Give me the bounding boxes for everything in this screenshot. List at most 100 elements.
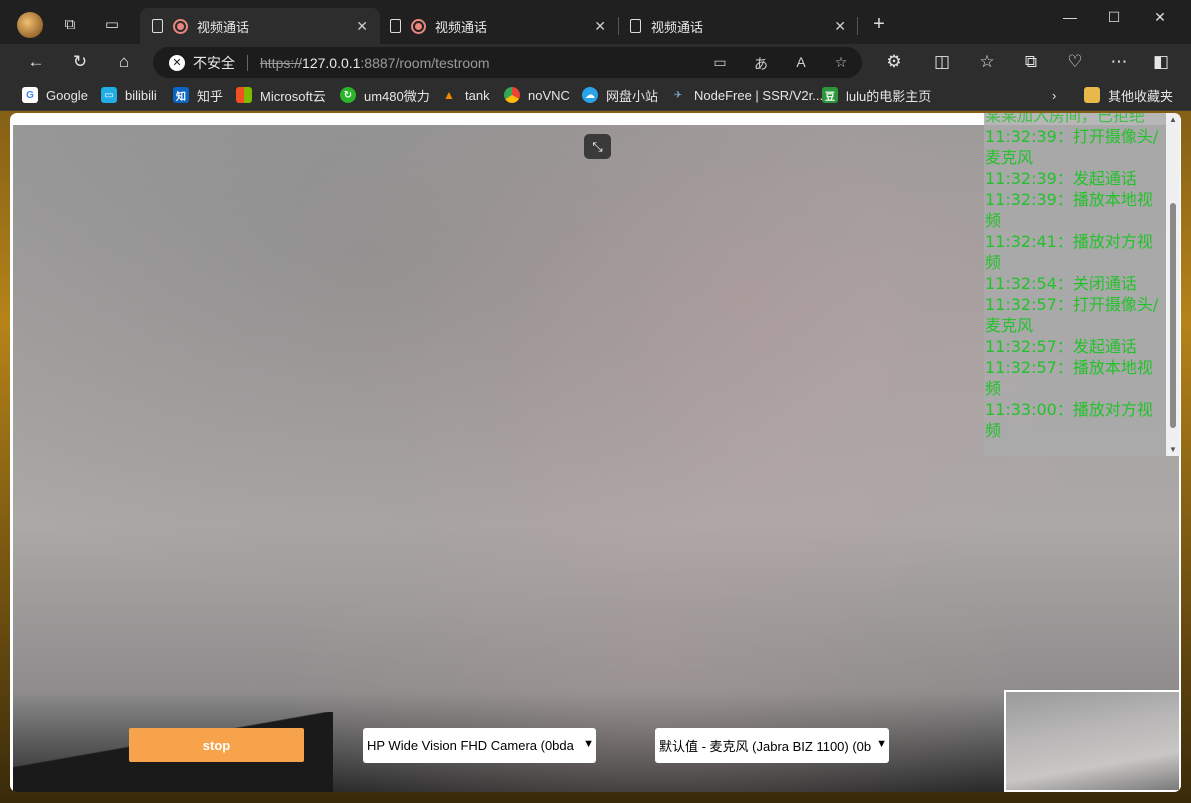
bookmark-label: bilibili <box>125 87 157 103</box>
bookmark-label: noVNC <box>528 87 570 103</box>
bookmark-tank[interactable]: ▲ tank <box>441 86 490 104</box>
recording-icon <box>411 18 426 34</box>
bookmarks-overflow-chevron-icon[interactable]: › <box>1052 86 1056 104</box>
chrome-icon <box>504 87 520 103</box>
triangle-icon: ▲ <box>443 88 455 102</box>
translate-icon[interactable]: あ <box>751 54 771 74</box>
tab-3[interactable]: 视频通话 ✕ <box>618 8 858 44</box>
bookmark-label: lulu的电影主页 <box>846 88 932 104</box>
camera-select-value: HP Wide Vision FHD Camera (0bda <box>367 738 574 753</box>
bookmark-um480[interactable]: ↻ um480微力 <box>340 86 430 104</box>
bookmark-netdisk[interactable]: ☁ 网盘小站 <box>582 86 658 104</box>
close-window-icon[interactable]: ✕ <box>1137 4 1183 30</box>
bookmark-microsoft[interactable]: Microsoft云 <box>236 86 326 104</box>
bookmarks-bar: G Google ▭ bilibili 知 知乎 Microsoft云 ↻ um… <box>0 80 1191 111</box>
recording-icon <box>173 18 188 34</box>
bookmark-label: tank <box>465 87 490 103</box>
url-scheme: https:// <box>260 54 303 71</box>
call-log-panel[interactable]: 某某加入房间，已拒绝 11:32:39：打开摄像头/麦克风 11:32:39：发… <box>984 113 1180 456</box>
close-tab-icon[interactable]: ✕ <box>594 18 606 35</box>
home-icon[interactable]: ⌂ <box>109 48 139 76</box>
bookmark-lulu[interactable]: 豆 lulu的电影主页 <box>822 86 931 104</box>
other-bookmarks-label: 其他收藏夹 <box>1108 88 1174 104</box>
sidebar-icon[interactable]: ◧ <box>1146 48 1176 76</box>
page-viewport: ⤡ 某某加入房间，已拒绝 11:32:39：打开摄像头/麦克风 11:32:39… <box>10 113 1181 792</box>
log-scrollbar[interactable]: ▲ ▼ <box>1166 113 1180 456</box>
bilibili-icon: ▭ <box>101 87 117 103</box>
zhihu-icon: 知 <box>173 87 189 103</box>
close-tab-icon[interactable]: ✕ <box>834 18 846 35</box>
bookmark-label: Microsoft云 <box>260 88 326 104</box>
bookmark-label: 网盘小站 <box>606 88 659 104</box>
tab-title: 视频通话 <box>197 19 250 35</box>
other-bookmarks-folder[interactable]: 其他收藏夹 <box>1084 86 1173 104</box>
log-entry: 11:32:57：发起通话 <box>985 337 1137 356</box>
log-entry: 11:32:41：播放对方视频 <box>985 232 1153 272</box>
microphone-select-value: 默认值 - 麦克风 (Jabra BIZ 1100) (0b <box>659 739 872 754</box>
page-icon <box>390 19 401 33</box>
collections-icon[interactable]: ⧉ <box>1016 48 1046 76</box>
bookmark-google[interactable]: G Google <box>22 86 88 104</box>
log-entry: 11:33:00：播放对方视频 <box>985 400 1153 440</box>
chevron-down-icon: ▼ <box>581 738 594 750</box>
tab-actions-icon[interactable]: ▭ <box>98 10 126 38</box>
extensions-icon[interactable]: ⚙ <box>879 48 909 76</box>
bookmark-label: um480微力 <box>364 88 430 104</box>
read-aloud-icon[interactable]: A <box>791 54 811 70</box>
bookmark-zhihu[interactable]: 知 知乎 <box>173 86 223 104</box>
workspaces-icon[interactable]: ⧉ <box>56 10 84 38</box>
tab-1[interactable]: 视频通话 ✕ <box>140 8 380 44</box>
log-entry-partial: 某某加入房间，已拒绝 <box>985 113 1146 125</box>
stop-button[interactable]: stop <box>129 728 304 762</box>
local-video-preview <box>1004 690 1181 792</box>
log-entry: 11:32:54：关闭通话 <box>985 274 1137 293</box>
douban-icon: 豆 <box>822 87 838 103</box>
scroll-thumb[interactable] <box>1170 203 1176 428</box>
bookmark-novnc[interactable]: noVNC <box>504 86 570 104</box>
page-icon <box>152 19 163 33</box>
scroll-up-icon[interactable]: ▲ <box>1169 115 1177 124</box>
camera-select[interactable]: HP Wide Vision FHD Camera (0bda ▼ <box>363 728 596 763</box>
browser-essentials-icon[interactable]: ♡ <box>1060 48 1090 76</box>
refresh-icon[interactable]: ↻ <box>65 48 95 76</box>
bookmark-label: 知乎 <box>197 88 224 104</box>
bookmark-bilibili[interactable]: ▭ bilibili <box>101 86 157 104</box>
log-entry: 11:32:57：打开摄像头/麦克风 <box>985 295 1159 335</box>
bookmark-label: NodeFree | SSR/V2r... <box>694 87 824 103</box>
folder-icon <box>1084 87 1100 103</box>
maximize-icon[interactable]: ☐ <box>1091 4 1137 30</box>
log-entry: 11:32:57：播放本地视频 <box>985 358 1153 398</box>
url-path: :8887/room/testroom <box>360 54 490 71</box>
page-icon <box>630 19 641 33</box>
chevron-down-icon: ▼ <box>874 738 887 750</box>
tab-title: 视频通话 <box>435 19 488 35</box>
minimize-icon[interactable]: — <box>1047 4 1093 30</box>
log-entry: 11:32:39：播放本地视频 <box>985 190 1153 230</box>
camera-in-use-icon[interactable]: ▭ <box>710 54 730 71</box>
tab-2[interactable]: 视频通话 ✕ <box>378 8 618 44</box>
split-screen-icon[interactable]: ◫ <box>927 48 957 76</box>
more-menu-icon[interactable]: ⋯ <box>1104 48 1134 76</box>
profile-avatar[interactable] <box>17 12 43 38</box>
browser-titlebar: ⧉ ▭ 视频通话 ✕ 视频通话 ✕ 视频通话 ✕ + — ☐ ✕ <box>0 0 1191 44</box>
microsoft-icon <box>236 87 252 103</box>
favorites-icon[interactable]: ☆ <box>972 48 1002 76</box>
not-secure-icon[interactable]: ✕ <box>169 54 185 71</box>
exit-fullscreen-icon[interactable]: ⤡ <box>584 134 611 159</box>
sync-icon: ↻ <box>340 87 356 103</box>
favorite-star-icon[interactable]: ☆ <box>831 54 851 71</box>
address-divider <box>247 54 248 71</box>
bookmark-label: Google <box>46 87 88 103</box>
browser-toolbar: ← ↻ ⌂ ✕ 不安全 https:// 127.0.0.1 :8887/roo… <box>0 44 1191 80</box>
microphone-select[interactable]: 默认值 - 麦克风 (Jabra BIZ 1100) (0b ▼ <box>655 728 889 763</box>
new-tab-icon[interactable]: + <box>865 10 893 38</box>
bookmark-nodefree[interactable]: ✈ NodeFree | SSR/V2r... <box>670 86 823 104</box>
scroll-down-icon[interactable]: ▼ <box>1169 445 1177 454</box>
log-entry: 11:32:39：发起通话 <box>985 169 1137 188</box>
back-icon[interactable]: ← <box>21 48 51 76</box>
not-secure-label[interactable]: 不安全 <box>193 53 235 73</box>
log-entry: 11:32:39：打开摄像头/麦克风 <box>985 127 1159 167</box>
cloud-icon: ☁ <box>582 87 598 103</box>
address-bar[interactable]: ✕ 不安全 https:// 127.0.0.1 :8887/room/test… <box>153 47 862 78</box>
close-tab-icon[interactable]: ✕ <box>356 18 368 35</box>
